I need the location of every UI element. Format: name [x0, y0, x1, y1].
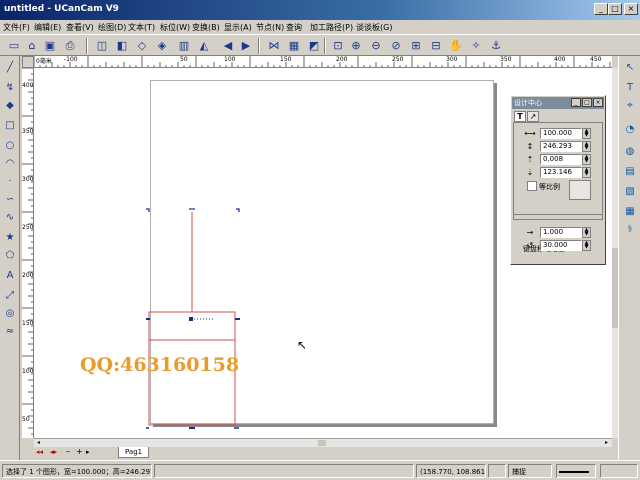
status-blank: [488, 464, 506, 478]
prev-page-icon[interactable]: ◂▸: [50, 448, 57, 456]
image-icon[interactable]: ▧: [622, 184, 638, 200]
page-tab-bar: ◂◂ ◂▸ – + ▸ Pag1: [34, 447, 612, 459]
remove-page-icon[interactable]: –: [66, 447, 70, 456]
move-arrow-icon: →: [526, 228, 534, 237]
x-icon: ⇡: [526, 155, 534, 164]
status-selection: 选择了 1 个图形，宽=100.000；高=246.293: [2, 464, 152, 478]
selection-handle-tl: [146, 208, 150, 212]
panel-close-button[interactable]: ×: [593, 98, 603, 107]
grid-view-icon[interactable]: ▦: [622, 204, 638, 220]
selection-handle-tr: [236, 208, 240, 212]
width-icon: ⟷: [524, 129, 536, 138]
height-field[interactable]: 246.293: [540, 141, 582, 152]
status-coordinates: (158.770, 108.861): [416, 464, 486, 478]
height-stepper[interactable]: ▲ ▼: [582, 141, 591, 152]
selected-shape[interactable]: [146, 208, 240, 429]
add-page-icon[interactable]: +: [76, 447, 83, 456]
x-stepper[interactable]: ▲ ▼: [582, 154, 591, 165]
status-spacer: [154, 464, 414, 478]
y-stepper[interactable]: ▲ ▼: [582, 167, 591, 178]
anchor-grid-icon[interactable]: [569, 180, 591, 200]
scroll-left-icon[interactable]: ◂: [34, 439, 43, 447]
paint-icon[interactable]: ◔: [622, 122, 638, 138]
globe-icon[interactable]: ◍: [622, 144, 638, 160]
horizontal-scroll-thumb[interactable]: [318, 440, 326, 446]
mouse-cursor-icon: ↖: [297, 338, 308, 352]
panel-restore-button[interactable]: □: [582, 98, 592, 107]
scroll-right-icon[interactable]: ▸: [602, 439, 611, 447]
y-icon: ⇣: [526, 168, 534, 177]
center-handle: [189, 317, 193, 321]
proportional-checkbox[interactable]: [527, 181, 537, 191]
y-field[interactable]: 123.146: [540, 167, 582, 178]
status-bar: 选择了 1 个图形，宽=100.000；高=246.293 (158.770, …: [0, 460, 640, 480]
line-style-select[interactable]: [556, 464, 596, 478]
watermark-text: QQ:463160158: [80, 354, 240, 376]
panel-divider: [513, 214, 603, 215]
text-t-icon[interactable]: T: [622, 80, 638, 96]
first-page-icon[interactable]: ◂◂: [36, 448, 43, 456]
horizontal-scrollbar[interactable]: ◂ ▸: [34, 438, 612, 447]
panel-tab-text[interactable]: T: [514, 111, 526, 122]
rotate-arrow-icon: ↺: [526, 241, 534, 250]
rotate-step-field[interactable]: 30.000: [540, 240, 582, 251]
move-step-stepper[interactable]: ▲ ▼: [582, 227, 591, 238]
right-toolbox: ↖ T ⌖ ◔ ◍ ▤ ▧ ▦ ⚕: [618, 56, 640, 460]
status-snap-mode[interactable]: 捕捉: [508, 464, 552, 478]
status-extra: [600, 464, 638, 478]
node-icon[interactable]: ⌖: [622, 98, 638, 114]
x-field[interactable]: 0.008: [540, 154, 582, 165]
width-field[interactable]: 100.000: [540, 128, 582, 139]
proportional-label: 等比例: [539, 183, 560, 191]
move-step-field[interactable]: 1.000: [540, 227, 582, 238]
layers-icon[interactable]: ▤: [622, 164, 638, 180]
panel-tab-pointer[interactable]: ↗: [527, 111, 539, 122]
tool-path-icon[interactable]: ⚕: [622, 222, 638, 238]
last-page-icon[interactable]: ▸: [86, 448, 90, 456]
page-tab[interactable]: Pag1: [118, 447, 150, 458]
panel-minimize-button[interactable]: _: [571, 98, 581, 107]
width-stepper[interactable]: ▲ ▼: [582, 128, 591, 139]
rotate-step-stepper[interactable]: ▲ ▼: [582, 240, 591, 251]
height-icon: ↕: [526, 142, 534, 151]
select-arrow-icon[interactable]: ↖: [622, 60, 638, 76]
